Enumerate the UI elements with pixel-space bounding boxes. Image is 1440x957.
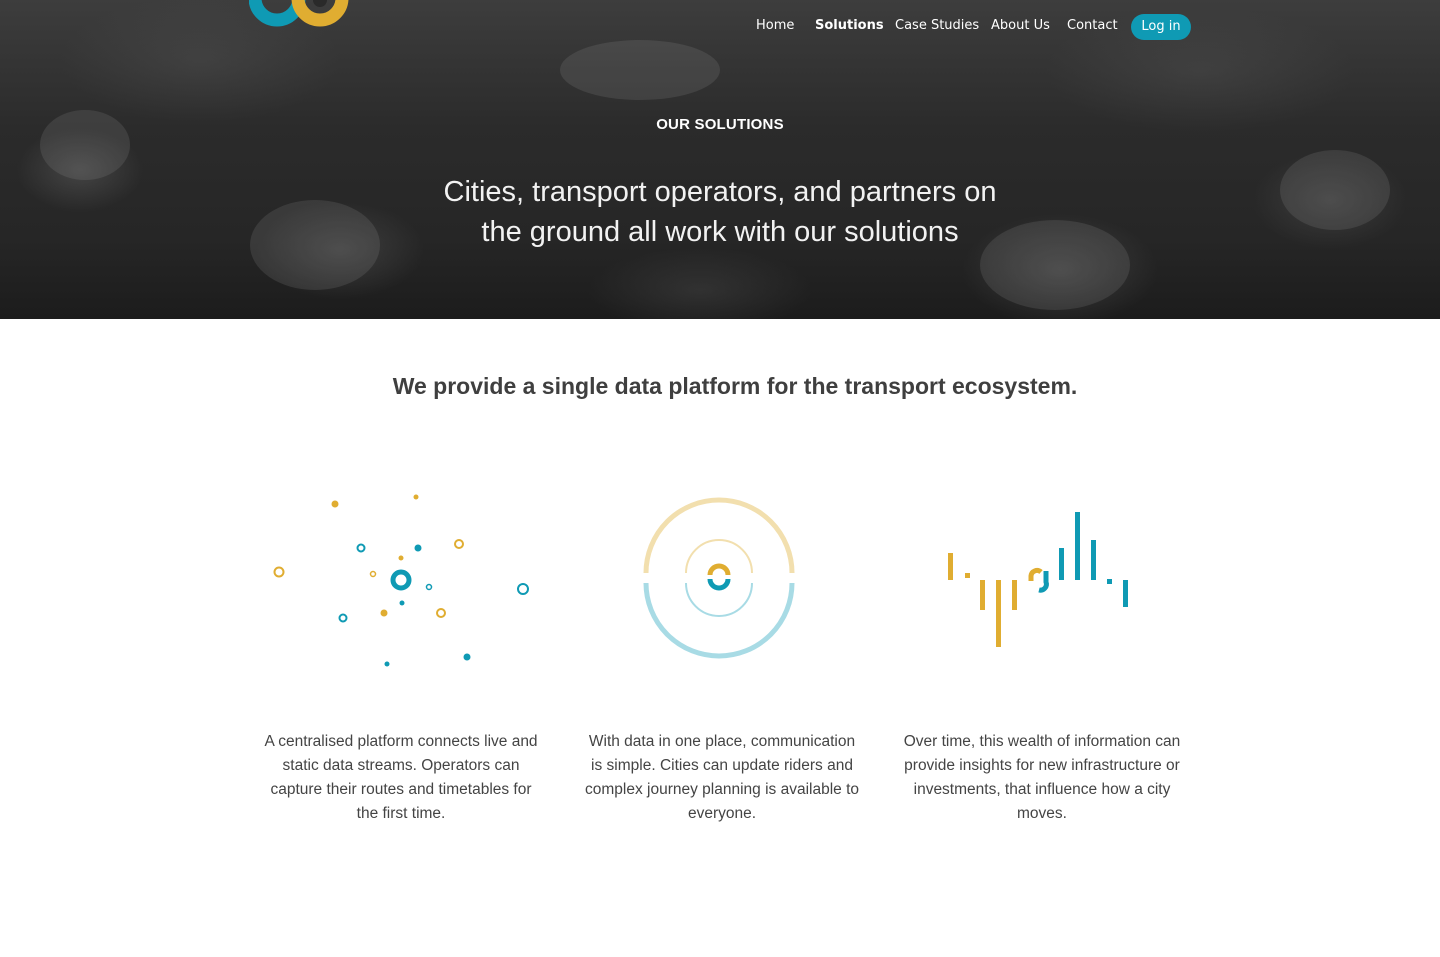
platform-tagline: We provide a single data platform for th… — [392, 373, 1078, 399]
nav-home[interactable]: Home — [756, 18, 794, 33]
nav-contact[interactable]: Contact — [1067, 18, 1118, 33]
hero-background-shape — [1280, 150, 1390, 230]
network-dots-icon — [273, 494, 529, 667]
column-text-insights: Over time, this wealth of information ca… — [903, 733, 1181, 822]
concentric-rings-icon — [643, 497, 795, 659]
nav-about-us[interactable]: About Us — [991, 18, 1050, 33]
hero-title: Cities, transport operators, and partner… — [443, 176, 997, 248]
nav-case-studies[interactable]: Case Studies — [895, 18, 979, 33]
hero-background-shape — [560, 40, 720, 100]
bar-insights-icon — [948, 512, 1128, 647]
login-button[interactable]: Log in — [1131, 14, 1191, 40]
hero-background-shape — [250, 200, 380, 290]
column-text-communication: With data in one place, communication is… — [585, 733, 859, 822]
hero-banner: Home Solutions Case Studies About Us Con… — [0, 0, 1440, 319]
hero-eyebrow: OUR SOLUTIONS — [656, 116, 784, 133]
column-text-platform: A centralised platform connects live and… — [264, 733, 538, 822]
main-nav: Home Solutions Case Studies About Us Con… — [0, 14, 1440, 40]
nav-solutions[interactable]: Solutions — [815, 18, 884, 33]
